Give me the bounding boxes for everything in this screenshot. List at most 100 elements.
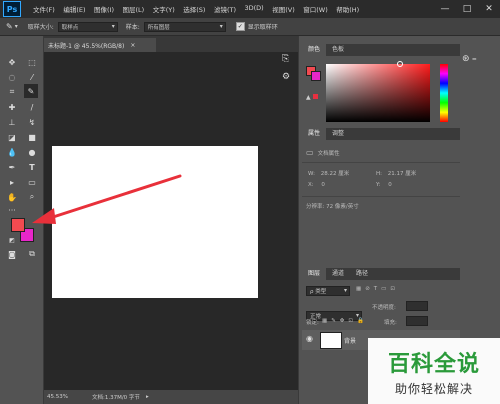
menu-window[interactable]: 窗口(W): [303, 4, 328, 14]
tab-layers[interactable]: 图层: [302, 268, 327, 280]
y-label: Y:: [376, 182, 381, 188]
y-value[interactable]: 0: [388, 182, 392, 188]
pen-tool-icon[interactable]: ✒: [6, 161, 18, 173]
visibility-eye-icon[interactable]: ◉: [306, 334, 313, 343]
eyedropper-tool-icon[interactable]: ✎: [24, 84, 38, 98]
show-ring-checkbox[interactable]: ✓: [235, 22, 245, 31]
tab-paths[interactable]: 路径: [350, 268, 374, 280]
layer-name[interactable]: 背景: [344, 336, 356, 345]
sample-select[interactable]: 所有图层: [143, 21, 226, 32]
width-label: W:: [308, 171, 315, 177]
tab-swatches[interactable]: 色板: [326, 44, 350, 56]
brush-tool-icon[interactable]: /: [26, 101, 38, 113]
color-panel-warning-icon: ▲: [306, 94, 318, 101]
menu-file[interactable]: 文件(F): [33, 4, 55, 14]
menu-3d[interactable]: 3D(D): [245, 4, 264, 14]
tab-properties[interactable]: 属性: [302, 128, 327, 140]
watermark-subtitle: 助你轻松解决: [394, 381, 473, 396]
menu-help[interactable]: 帮助(H): [336, 4, 359, 14]
height-row: H: 21.17 厘米: [376, 169, 416, 177]
quick-select-tool-icon[interactable]: ⁄: [26, 71, 38, 83]
opacity-label: 不透明度:: [372, 305, 396, 311]
properties-icon[interactable]: ⚙: [282, 72, 296, 86]
minimize-button[interactable]: —: [434, 0, 456, 18]
x-row: X: 0: [308, 182, 325, 188]
window-controls: — □ ✕: [434, 0, 500, 18]
default-colors-icon[interactable]: ◩: [6, 234, 18, 246]
show-ring-label: 显示取样环: [247, 24, 278, 31]
crop-tool-icon[interactable]: ⌗: [6, 86, 18, 98]
menu-image[interactable]: 图像(I): [94, 4, 114, 14]
lock-label: 锁定:: [306, 320, 319, 326]
color-spectrum-field[interactable]: [326, 64, 430, 122]
close-button[interactable]: ✕: [478, 0, 500, 18]
x-value[interactable]: 0: [321, 182, 325, 188]
tab-adjustments[interactable]: 调整: [326, 128, 350, 140]
history-icon[interactable]: ⎘: [282, 54, 296, 68]
menu-bar: Ps 文件(F) 编辑(E) 图像(I) 图层(L) 文字(Y) 选择(S) 滤…: [0, 0, 500, 18]
more-tools-icon[interactable]: ···: [6, 204, 18, 216]
props-divider-2: [302, 196, 460, 197]
layer-filter-icons[interactable]: ▦⊘T▭⊡: [356, 286, 399, 292]
menu-select[interactable]: 选择(S): [183, 4, 205, 14]
eyedropper-icon[interactable]: ✎: [6, 22, 13, 31]
marquee-tool-icon[interactable]: ⬚: [26, 56, 38, 68]
doc-info: 文档:1.37M/0 字节: [91, 395, 140, 401]
panel-strip-divider: [298, 36, 299, 404]
fill-input[interactable]: [406, 316, 428, 326]
dodge-tool-icon[interactable]: ●: [26, 146, 38, 158]
hue-slider[interactable]: [440, 64, 448, 122]
layer-filter-select[interactable]: ρ 类型: [306, 286, 350, 296]
opacity-input[interactable]: [406, 301, 428, 311]
options-bar: ✎ ▾ 取样大小: 取样点 样本: 所有图层 ✓ 显示取样环: [0, 18, 500, 36]
menu-filter[interactable]: 滤镜(T): [214, 4, 236, 14]
path-select-icon[interactable]: ▸: [6, 176, 18, 188]
photoshop-logo: Ps: [3, 1, 21, 17]
gradient-tool-icon[interactable]: ■: [26, 131, 38, 143]
sample-label: 样本:: [125, 24, 140, 31]
height-value[interactable]: 21.17 厘米: [388, 171, 417, 177]
close-tab-icon[interactable]: ×: [130, 42, 135, 49]
document-tab[interactable]: 未标题-1 @ 45.5%(RGB/8) ×: [44, 38, 156, 52]
width-value[interactable]: 28.22 厘米: [321, 171, 350, 177]
tab-channels[interactable]: 通道: [326, 268, 350, 280]
stamp-tool-icon[interactable]: ⊥: [6, 116, 18, 128]
hand-tool-icon[interactable]: ✋: [6, 191, 18, 203]
move-tool-icon[interactable]: ✥: [6, 56, 18, 68]
color-picker-ring: [397, 61, 403, 67]
status-arrow-icon[interactable]: ▸: [146, 394, 149, 400]
eraser-tool-icon[interactable]: ◪: [6, 131, 18, 143]
zoom-level[interactable]: 45.53%: [47, 394, 68, 400]
menu-type[interactable]: 文字(Y): [153, 4, 175, 14]
maximize-button[interactable]: □: [456, 0, 478, 18]
width-row: W: 28.22 厘米: [308, 169, 349, 177]
x-label: X:: [308, 182, 314, 188]
blur-tool-icon[interactable]: 💧: [6, 146, 18, 158]
color-bg-swatch[interactable]: [311, 71, 321, 81]
quick-mask-icon[interactable]: ◙: [6, 248, 18, 260]
screen-mode-icon[interactable]: ⧉: [26, 248, 38, 260]
y-row: Y: 0: [376, 182, 392, 188]
menu-view[interactable]: 视图(V): [272, 4, 295, 14]
document-icon: ▭: [306, 148, 314, 157]
document-tab-title: 未标题-1 @ 45.5%(RGB/8): [48, 42, 125, 50]
menu-edit[interactable]: 编辑(E): [63, 4, 85, 14]
history-brush-icon[interactable]: ↯: [26, 116, 38, 128]
menu-layer[interactable]: 图层(L): [123, 4, 145, 14]
fill-label: 填充:: [384, 320, 397, 326]
watermark-title: 百科全说: [387, 351, 480, 377]
library-dots-icon: ━: [472, 55, 477, 63]
watermark-logo: 百科全说 助你轻松解决: [368, 338, 500, 404]
main-menu: 文件(F) 编辑(E) 图像(I) 图层(L) 文字(Y) 选择(S) 滤镜(T…: [33, 4, 368, 14]
lock-icons[interactable]: ▦✎✥⊡🔒: [322, 318, 368, 324]
healing-brush-icon[interactable]: ✚: [6, 101, 18, 113]
tab-color[interactable]: 颜色: [302, 44, 327, 56]
height-label: H:: [376, 171, 382, 177]
sample-size-select[interactable]: 取样点: [57, 21, 118, 32]
libraries-button[interactable]: ⊛ ━: [462, 52, 496, 66]
layers-tabs: 图层 通道 路径: [302, 268, 460, 280]
lasso-tool-icon[interactable]: ◌: [6, 71, 18, 83]
tool-preset-chevron-icon[interactable]: ▾: [15, 23, 18, 30]
document-props-title: 文档属性: [317, 150, 340, 157]
annotation-arrow: [32, 174, 182, 224]
